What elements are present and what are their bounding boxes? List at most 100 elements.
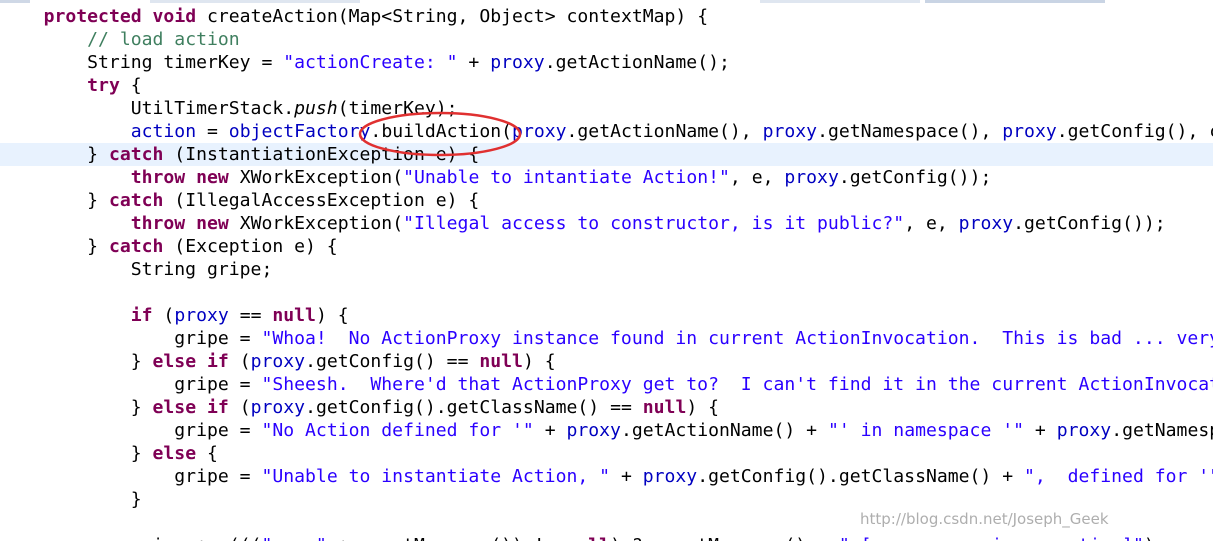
code-token: == [228,305,273,326]
code-line[interactable]: protected void createAction(Map<String, … [0,5,1213,28]
code-line[interactable] [0,281,1213,304]
code-token: if [207,351,229,372]
code-line[interactable]: throw new XWorkException("Unable to inta… [0,166,1213,189]
code-token: null [642,397,687,418]
code-token: catch [108,236,164,257]
code-token: gripe = [0,420,262,441]
code-token: createAction(Map<String, Object> context… [196,6,709,27]
code-line[interactable]: } else if (proxy.getConfig() == null) { [0,350,1213,373]
code-token: UtilTimerStack. [0,98,295,119]
code-token: .getConfig().getClassName() + [697,466,1025,487]
code-line[interactable]: UtilTimerStack.push(timerKey); [0,97,1213,120]
code-token: "actionCreate: " [283,52,458,73]
code-token: else [152,397,197,418]
code-line[interactable]: if (proxy == null) { [0,304,1213,327]
code-token: .getConfig()); [1013,213,1166,234]
code-line[interactable]: } catch (IllegalAccessException e) { [0,189,1213,212]
code-token: .getActionName() + [620,420,828,441]
code-line[interactable]: // load action [0,28,1213,51]
code-token: "No Action defined for '" [261,420,534,441]
code-token: new [196,167,229,188]
code-token: proxy [958,213,1014,234]
code-line[interactable]: } catch (InstantiationException e) { [0,143,1213,166]
code-token: , e, [904,213,959,234]
code-token: proxy [642,466,698,487]
code-token: String gripe; [0,259,273,280]
code-line[interactable]: } else if (proxy.getConfig().getClassNam… [0,396,1213,419]
code-token: + [610,466,643,487]
code-token: throw [130,167,186,188]
code-token: if [207,397,229,418]
code-token: objectFactory [228,121,371,142]
code-token: proxy [490,52,545,73]
code-token: ) ? e.getMessage() : [610,535,839,541]
code-token: ( [152,305,175,326]
code-token: ( [228,397,251,418]
code-token: " -- " [261,535,326,541]
code-token: "Unable to instantiate Action, " [261,466,611,487]
code-line[interactable]: } [0,488,1213,511]
code-token: { [196,443,218,464]
code-token: ", defined for '" [1024,466,1213,487]
code-token: } [0,397,153,418]
code-token: "Unable to intantiate Action!" [403,167,730,188]
code-token: if [130,305,153,326]
code-line[interactable]: try { [0,74,1213,97]
code-line[interactable]: } catch (Exception e) { [0,235,1213,258]
code-token: .getActionName(), [566,121,763,142]
code-token: proxy [784,167,839,188]
code-line[interactable]: String gripe; [0,258,1213,281]
code-token: .getConfig().getClassName() == [305,397,643,418]
code-token: catch [108,144,164,165]
code-token: null [272,305,316,326]
code-token: " [no message in exception]" [839,535,1144,541]
code-line[interactable]: gripe = "Sheesh. Where'd that ActionProx… [0,373,1213,396]
code-token: + [533,420,567,441]
code-line[interactable]: gripe = "No Action defined for '" + prox… [0,419,1213,442]
code-editor[interactable]: protected void createAction(Map<String, … [0,0,1213,541]
code-token: + [457,52,491,73]
code-token: proxy [566,420,621,441]
watermark: http://blog.csdn.net/Joseph_Geek [860,510,1109,528]
code-token: .getNamespace() + [1111,420,1213,441]
code-token: (Exception e) { [163,236,338,257]
code-line[interactable]: String timerKey = "actionCreate: " + pro… [0,51,1213,74]
code-token: proxy [250,397,306,418]
code-line[interactable]: action = objectFactory.buildAction(proxy… [0,120,1213,143]
code-token: (timerKey); [337,98,458,119]
code-token: ) { [522,351,556,372]
code-token: else [152,443,197,464]
code-line[interactable]: gripe = "Whoa! No ActionProxy instance f… [0,327,1213,350]
code-token: gripe = [0,328,262,349]
code-token: } [0,351,153,372]
code-line[interactable]: } else { [0,442,1213,465]
code-token: .getConfig()); [838,167,992,188]
code-line[interactable]: throw new XWorkException("Illegal access… [0,212,1213,235]
code-token: protected [43,6,142,27]
code-token: "Sheesh. Where'd that ActionProxy get to… [261,374,1213,395]
code-token: (InstantiationException e) { [163,144,480,165]
editor-top-ruler [0,0,1213,4]
code-token: .buildAction( [370,121,513,142]
code-token: } [0,443,153,464]
code-token: proxy [762,121,818,142]
code-token: "' in namespace '" [827,420,1025,441]
code-token: } [0,236,109,257]
code-token: + [1024,420,1057,441]
code-token: ( [228,351,251,372]
code-token: gripe += ((( [0,535,262,541]
code-line[interactable]: gripe = "Unable to instantiate Action, "… [0,465,1213,488]
code-token: try [87,75,120,96]
code-token: gripe = [0,374,262,395]
code-line[interactable]: gripe += (((" -- " + e.getMessage()) != … [0,534,1213,541]
code-token: .getConfig(), contextMap); [1056,121,1213,142]
code-token: null [566,535,610,541]
